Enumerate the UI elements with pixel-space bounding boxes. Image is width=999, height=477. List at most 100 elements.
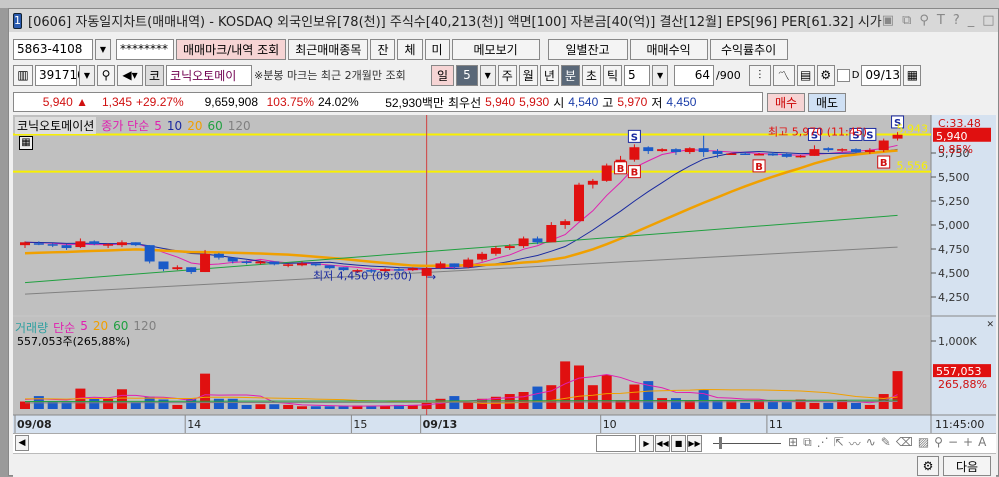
chart-scrollbar[interactable]: ◀ ▶ ◀◀ ■ ▶▶ ⊞ ⧉ ⋰ ⇱ 〰 ∿ ✎ ⌫ ▨ ⚲ − + A [13,433,996,453]
search-icon[interactable]: ⚲ [97,64,115,86]
zoom-icon[interactable]: ⚲ [934,435,943,452]
data-table-icon[interactable]: ▦ [19,136,33,150]
wave-icon[interactable]: ∿ [866,435,876,452]
volume-bar [740,402,751,409]
candle [518,238,529,247]
candle [297,263,307,266]
trendline-icon[interactable]: 〰 [849,435,861,452]
candle [435,263,446,269]
interval-dropdown[interactable]: ▼ [652,64,669,86]
save-icon[interactable]: ▤ [796,64,815,86]
volume-bar [809,402,820,409]
day-n-value[interactable]: 5 [456,64,478,86]
year-button[interactable]: 년 [539,64,559,86]
trade-profit-button[interactable]: 매매수익 [629,38,708,60]
buy-mark[interactable]: B [877,155,891,169]
compare-icon[interactable]: ⋰ [817,435,829,452]
current-volume-label: 557,053 [936,365,982,378]
day-n-dropdown[interactable]: ▼ [479,64,496,86]
item-name[interactable]: 코닉오토메이 [166,64,253,86]
add-overlay-icon[interactable]: 〽 [772,64,795,86]
chart-type-icon[interactable]: ▨ [918,435,929,452]
draw-icon[interactable]: ✎ [881,435,891,452]
chart-area[interactable]: BBSBBSSSS 최고 5,970 (11:45) 최저 4,450 (09:0… [13,115,996,433]
jan-button[interactable]: 잔 [370,38,396,60]
date-label: 15 [353,418,367,431]
daily-balance-button[interactable]: 일별잔고 [547,38,628,60]
maximize-icon[interactable]: □ [982,13,994,28]
replay-speed-input[interactable] [596,435,636,452]
volume: 9,659,908 [204,95,258,109]
auto-icon[interactable]: A [978,435,986,452]
zoom-slider-handle[interactable] [719,437,722,449]
next-button[interactable]: 다음 [943,456,991,476]
gear-icon[interactable]: ⚙ [816,64,835,86]
memo-button[interactable]: 메모보기 [451,38,540,60]
chart-svg[interactable]: B BSB BS S SS 최고 5,970 (11:45)최저 4,450 (09:0… [13,115,996,433]
low-arrow-icon: → [427,271,436,284]
play-icon[interactable]: ▶ [639,435,654,452]
date-label: 09/08 [17,418,52,431]
che-button[interactable]: 체 [397,38,423,60]
interval-input[interactable]: 5 [624,64,651,86]
candle [227,257,238,262]
low-annotation: 최저 4,450 (09:00) [313,270,412,283]
buy-mark[interactable]: B [614,161,628,175]
copy-window-icon[interactable]: ⧉ [902,13,911,28]
trade-mark-query-button[interactable]: 매매마크/내역 조회 [176,38,287,60]
close-pane-icon: ✕ [986,320,994,330]
candle [754,153,765,156]
font-icon[interactable]: T [937,13,945,28]
candle [629,147,640,160]
ma-label[interactable]: 종가 단순 [101,117,149,134]
recent-items-button[interactable]: 최근매매종목 [288,38,369,60]
count-input[interactable]: 64 [674,64,715,86]
account-dropdown[interactable]: ▼ [95,38,111,60]
volume-bar [89,398,100,409]
date-input[interactable]: 09/13 [861,64,902,86]
week-button[interactable]: 주 [497,64,517,86]
pane-item-name[interactable]: 코닉오토메이션 [15,117,97,134]
layout-icon[interactable]: ▣ [882,13,894,28]
high-price: 5,970 [617,95,648,109]
cursor-icon[interactable]: ⇱ [834,435,844,452]
zoom-out-icon[interactable]: − [948,435,958,452]
overlap-icon[interactable]: ⧉ [803,435,812,452]
ask-price: 5,940 [485,95,516,109]
add-indicator-icon[interactable]: ⫶ [748,64,771,86]
second-button[interactable]: 초 [581,64,601,86]
buy-button[interactable]: 매수 [767,93,805,112]
zoom-in-icon[interactable]: + [963,435,973,452]
buy-mark[interactable]: B [752,159,766,173]
volume-axis-label: 1,000K [938,335,977,348]
tick-button[interactable]: 틱 [602,64,623,86]
month-button[interactable]: 월 [518,64,538,86]
sell-mark[interactable]: S [627,129,641,143]
account-input[interactable]: 5863-4108 [13,38,93,60]
minimize-icon[interactable]: _ [968,13,975,28]
code-dropdown[interactable]: ▼ [79,64,95,86]
d-checkbox[interactable] [836,68,850,82]
fast-forward-icon[interactable]: ▶▶ [687,435,702,452]
minute-button[interactable]: 분 [560,64,580,86]
pin-icon[interactable]: ⚲ [919,13,929,28]
item-list-icon[interactable]: ▥ [13,64,33,86]
grid-add-icon[interactable]: ⊞ [788,435,798,452]
help-icon[interactable]: ? [953,13,960,28]
zoom-slider[interactable] [713,443,781,444]
stop-icon[interactable]: ■ [671,435,686,452]
code-input[interactable]: 391710 [35,64,85,86]
return-trend-button[interactable]: 수익률추이 [709,38,788,60]
sell-button[interactable]: 매도 [808,93,846,112]
settings-gear-icon[interactable]: ⚙ [917,456,939,476]
calendar-icon[interactable]: ▦ [903,64,922,86]
eraser-icon[interactable]: ⌫ [896,435,913,452]
scroll-left-button[interactable]: ◀ [15,435,29,451]
mark-letter: S [866,130,873,141]
day-button[interactable]: 일 [431,64,455,86]
rewind-icon[interactable]: ◀◀ [655,435,670,452]
mi-button[interactable]: 미 [424,38,450,60]
buy-mark[interactable]: B [627,165,641,179]
password-input[interactable]: ******** [116,38,174,60]
sound-icon[interactable]: ◀▾ [117,64,143,86]
